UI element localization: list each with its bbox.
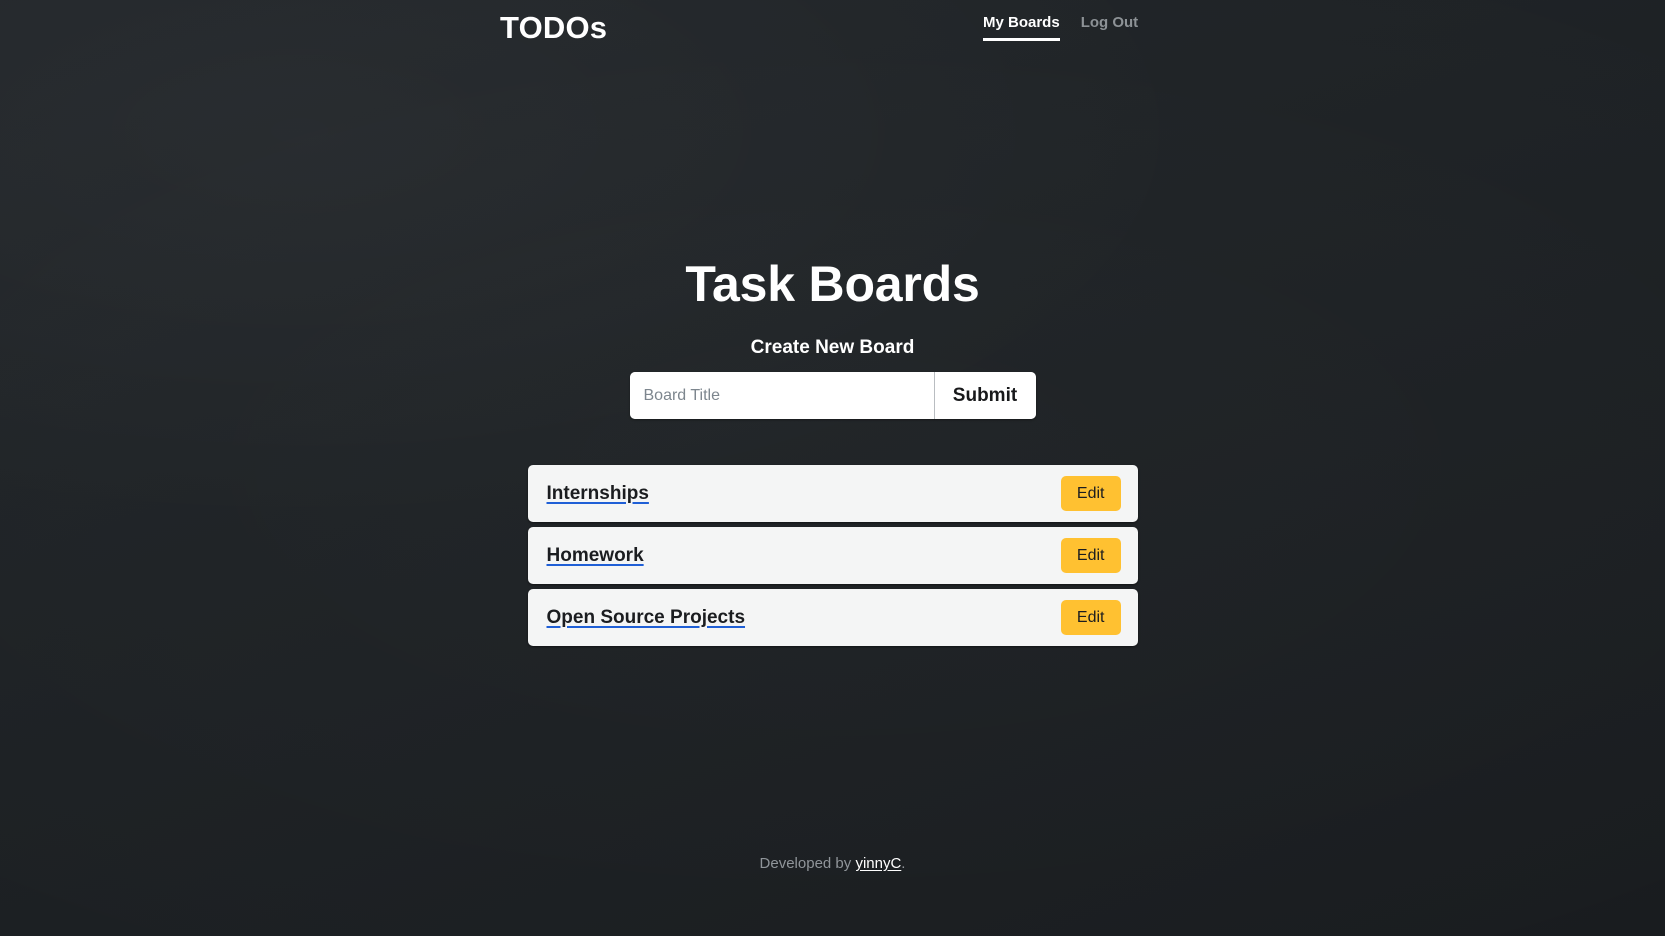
submit-button[interactable]: Submit bbox=[934, 372, 1036, 419]
board-list-item[interactable]: Homework Edit bbox=[527, 527, 1138, 584]
create-board-heading: Create New Board bbox=[750, 337, 915, 358]
create-board-form: Submit bbox=[629, 372, 1036, 419]
board-list-item[interactable]: Internships Edit bbox=[527, 465, 1138, 522]
brand-logo[interactable]: TODOs bbox=[500, 10, 607, 46]
app-page: TODOs My Boards Log Out Task Boards Crea… bbox=[0, 0, 1665, 936]
board-list: Internships Edit Homework Edit Open Sour… bbox=[527, 465, 1138, 646]
board-link-internships[interactable]: Internships bbox=[547, 483, 649, 505]
edit-board-button[interactable]: Edit bbox=[1060, 538, 1121, 573]
navbar: TODOs My Boards Log Out bbox=[0, 0, 1665, 58]
board-link-open-source-projects[interactable]: Open Source Projects bbox=[547, 607, 746, 629]
footer-suffix-text: . bbox=[901, 855, 906, 872]
main-content: Task Boards Create New Board Submit Inte… bbox=[0, 256, 1665, 646]
edit-board-button[interactable]: Edit bbox=[1060, 476, 1121, 511]
footer-author-link[interactable]: yinnyC bbox=[855, 855, 901, 872]
page-title: Task Boards bbox=[685, 256, 980, 312]
edit-board-button[interactable]: Edit bbox=[1060, 600, 1121, 635]
nav-link-my-boards[interactable]: My Boards bbox=[983, 14, 1060, 41]
board-list-item[interactable]: Open Source Projects Edit bbox=[527, 589, 1138, 646]
nav-links: My Boards Log Out bbox=[983, 14, 1138, 41]
nav-link-log-out[interactable]: Log Out bbox=[1081, 14, 1138, 41]
board-title-input[interactable] bbox=[629, 372, 935, 419]
footer: Developed by yinnyC. bbox=[0, 855, 1665, 872]
board-link-homework[interactable]: Homework bbox=[547, 545, 644, 567]
footer-prefix-text: Developed by bbox=[759, 855, 856, 872]
